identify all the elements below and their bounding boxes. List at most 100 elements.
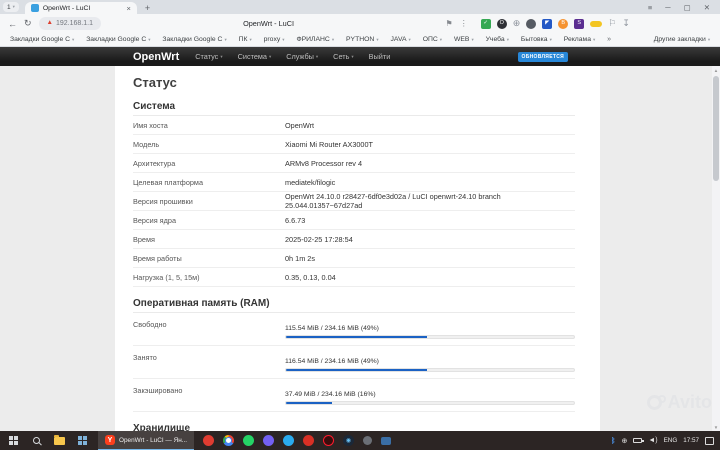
section-ram: Оперативная память (RAM) bbox=[133, 298, 270, 309]
adguard-shield-icon[interactable]: ✓ bbox=[480, 18, 491, 29]
close-icon[interactable]: ✕ bbox=[704, 3, 710, 12]
bookmark-folder[interactable]: Закладки Google C ▾ bbox=[10, 36, 74, 43]
volume-icon[interactable]: ◄) bbox=[648, 437, 657, 444]
site-warning-icon[interactable]: ▲ bbox=[47, 20, 53, 27]
browser-menu-icon[interactable]: ≡ bbox=[648, 3, 652, 12]
progress-fill bbox=[286, 369, 428, 371]
bookmark-folder[interactable]: Бытовка ▾ bbox=[521, 36, 552, 43]
maximize-icon[interactable]: ▢ bbox=[684, 3, 691, 12]
yandex-browser-icon: Y bbox=[105, 435, 115, 445]
chevron-down-icon: ▾ bbox=[148, 36, 151, 42]
progress-row: Занято 116.54 MiB / 234.16 MiB (49%) bbox=[133, 346, 575, 379]
new-tab-button[interactable]: + bbox=[145, 3, 150, 13]
extensions-row: ✓ O ⊕ ◤ B S ⚐ ↧ bbox=[480, 18, 630, 29]
clock[interactable]: 17:57 bbox=[683, 437, 699, 444]
telegram-icon[interactable] bbox=[283, 435, 295, 446]
other-bookmarks-button[interactable]: Другие закладки ▾ bbox=[654, 36, 710, 43]
openwrt-brand[interactable]: OpenWrt bbox=[133, 51, 179, 63]
battery-icon[interactable] bbox=[633, 438, 644, 443]
chevron-down-icon: ▾ bbox=[707, 36, 710, 42]
address-bar[interactable]: ▲ 192.168.1.1 OpenWrt - LuCI bbox=[38, 14, 439, 33]
bookmark-folder[interactable]: WEB ▾ bbox=[454, 36, 474, 43]
table-row: Версия прошивки OpenWrt 24.10.0 r28427-6d… bbox=[133, 192, 575, 211]
bookmark-folder[interactable]: PYTHON ▾ bbox=[346, 36, 379, 43]
url-pill[interactable]: ▲ 192.168.1.1 bbox=[38, 17, 101, 30]
back-icon[interactable]: ← bbox=[8, 19, 17, 29]
refreshing-badge[interactable]: ОБНОВЛЯЕТСЯ bbox=[517, 51, 568, 62]
start-button[interactable] bbox=[6, 434, 20, 448]
scrollbar-thumb[interactable] bbox=[713, 76, 719, 181]
orange-b-extension-icon[interactable]: B bbox=[558, 18, 569, 29]
bookmark-folder[interactable]: proxy ▾ bbox=[264, 36, 285, 43]
tab-title: OpenWrt - LuCI bbox=[42, 4, 91, 12]
language-indicator[interactable]: ENG bbox=[664, 437, 678, 444]
viber-icon[interactable] bbox=[263, 435, 275, 446]
nav-logout[interactable]: Выйти bbox=[369, 52, 391, 61]
nav-status[interactable]: Статус ▾ bbox=[195, 52, 222, 61]
bookmark-folder[interactable]: Учеба ▾ bbox=[486, 36, 509, 43]
scroll-down-icon[interactable]: ▼ bbox=[712, 423, 720, 431]
bookmark-folder[interactable]: Закладки Google C ▾ bbox=[86, 36, 150, 43]
table-row: Время 2025-02-25 17:28:54 bbox=[133, 230, 575, 249]
network-icon[interactable]: ⊕ bbox=[621, 437, 627, 445]
red-app-icon[interactable] bbox=[203, 435, 215, 446]
bookmark-folder[interactable]: ОПС ▾ bbox=[423, 36, 442, 43]
gray-circle-extension-icon[interactable] bbox=[526, 18, 537, 29]
chevron-down-icon: ▾ bbox=[376, 36, 379, 42]
chevron-down-icon: ▾ bbox=[249, 36, 252, 42]
screen: 1 ▾ OpenWrt - LuCI × + ≡ ─ ▢ ✕ ← ↻ ▲ 192… bbox=[0, 0, 720, 450]
nav-system[interactable]: Система ▾ bbox=[238, 52, 272, 61]
chevron-down-icon: ▾ bbox=[549, 36, 552, 42]
dark-circle-extension-icon[interactable]: O bbox=[496, 18, 507, 29]
steam-icon[interactable]: ◉ bbox=[343, 435, 355, 446]
chevron-down-icon: ▾ bbox=[282, 36, 285, 42]
whatsapp-icon[interactable] bbox=[243, 435, 255, 446]
blue-square-extension-icon[interactable]: ◤ bbox=[542, 18, 553, 29]
bluetooth-icon[interactable]: ᛒ bbox=[611, 436, 616, 445]
nav-services[interactable]: Службы ▾ bbox=[286, 52, 318, 61]
red-app-icon-2[interactable] bbox=[303, 435, 315, 446]
target-extension-icon[interactable]: ⊕ bbox=[513, 19, 521, 29]
gray-app-icon[interactable] bbox=[363, 436, 373, 445]
yellow-pill-extension-icon[interactable] bbox=[590, 20, 603, 27]
active-task-yandex-browser[interactable]: Y OpenWrt - LuCI — Ян... bbox=[98, 431, 195, 450]
progress-row: Свободно 115.54 MiB / 234.16 MiB (49%) bbox=[133, 313, 575, 346]
tab-counter-value: 1 bbox=[7, 3, 11, 11]
scrollbar[interactable]: ▲ ▼ bbox=[712, 66, 720, 431]
tab-counter-button[interactable]: 1 ▾ bbox=[3, 2, 19, 12]
bookmark-folder[interactable]: JAVA ▾ bbox=[391, 36, 411, 43]
bookmark-flag-icon[interactable]: ⚑ bbox=[446, 19, 453, 28]
action-center-icon[interactable] bbox=[705, 436, 714, 445]
chevron-down-icon: ▾ bbox=[224, 36, 227, 42]
chevron-down-icon: ▾ bbox=[268, 53, 272, 59]
progress-text: 37.49 MiB / 234.16 MiB (16%) bbox=[285, 391, 376, 398]
scroll-up-icon[interactable]: ▲ bbox=[712, 66, 720, 74]
chevron-down-icon: ▾ bbox=[12, 4, 15, 9]
tab-close-icon[interactable]: × bbox=[127, 4, 131, 13]
download-icon[interactable]: ↧ bbox=[622, 19, 630, 29]
more-menu-icon[interactable]: ⋮ bbox=[460, 19, 468, 28]
reload-icon[interactable]: ↻ bbox=[24, 18, 32, 29]
bookmark-folder[interactable]: ФРИЛАНС ▾ bbox=[296, 36, 334, 43]
bookmarks-overflow-icon[interactable]: » bbox=[607, 36, 611, 43]
minimize-icon[interactable]: ─ bbox=[665, 3, 670, 12]
chevron-down-icon: ▾ bbox=[220, 53, 223, 59]
blue-app-icon[interactable] bbox=[381, 436, 392, 445]
app-grid-icon[interactable] bbox=[75, 434, 89, 448]
bookmark-folder[interactable]: Закладки Google C ▾ bbox=[162, 36, 226, 43]
bookmark-folder[interactable]: ПК ▾ bbox=[239, 36, 252, 43]
pennant-flag-icon[interactable]: ⚐ bbox=[608, 19, 616, 29]
browser-tab-active[interactable]: OpenWrt - LuCI × bbox=[24, 2, 137, 14]
table-row: Архитектура ARMv8 Processor rev 4 bbox=[133, 154, 575, 173]
purple-s-extension-icon[interactable]: S bbox=[574, 18, 585, 29]
table-row: Нагрузка (1, 5, 15м) 0.35, 0.13, 0.04 bbox=[133, 268, 575, 287]
search-button[interactable] bbox=[29, 434, 43, 448]
progress-fill bbox=[286, 336, 428, 338]
page-title: Статус bbox=[133, 75, 177, 90]
bookmark-folder[interactable]: Реклама ▾ bbox=[564, 36, 595, 43]
chrome-icon[interactable] bbox=[223, 435, 235, 446]
nav-network[interactable]: Сеть ▾ bbox=[333, 52, 354, 61]
opera-icon[interactable] bbox=[323, 435, 335, 446]
file-explorer-icon[interactable] bbox=[52, 434, 66, 448]
progress-bar bbox=[285, 368, 575, 372]
